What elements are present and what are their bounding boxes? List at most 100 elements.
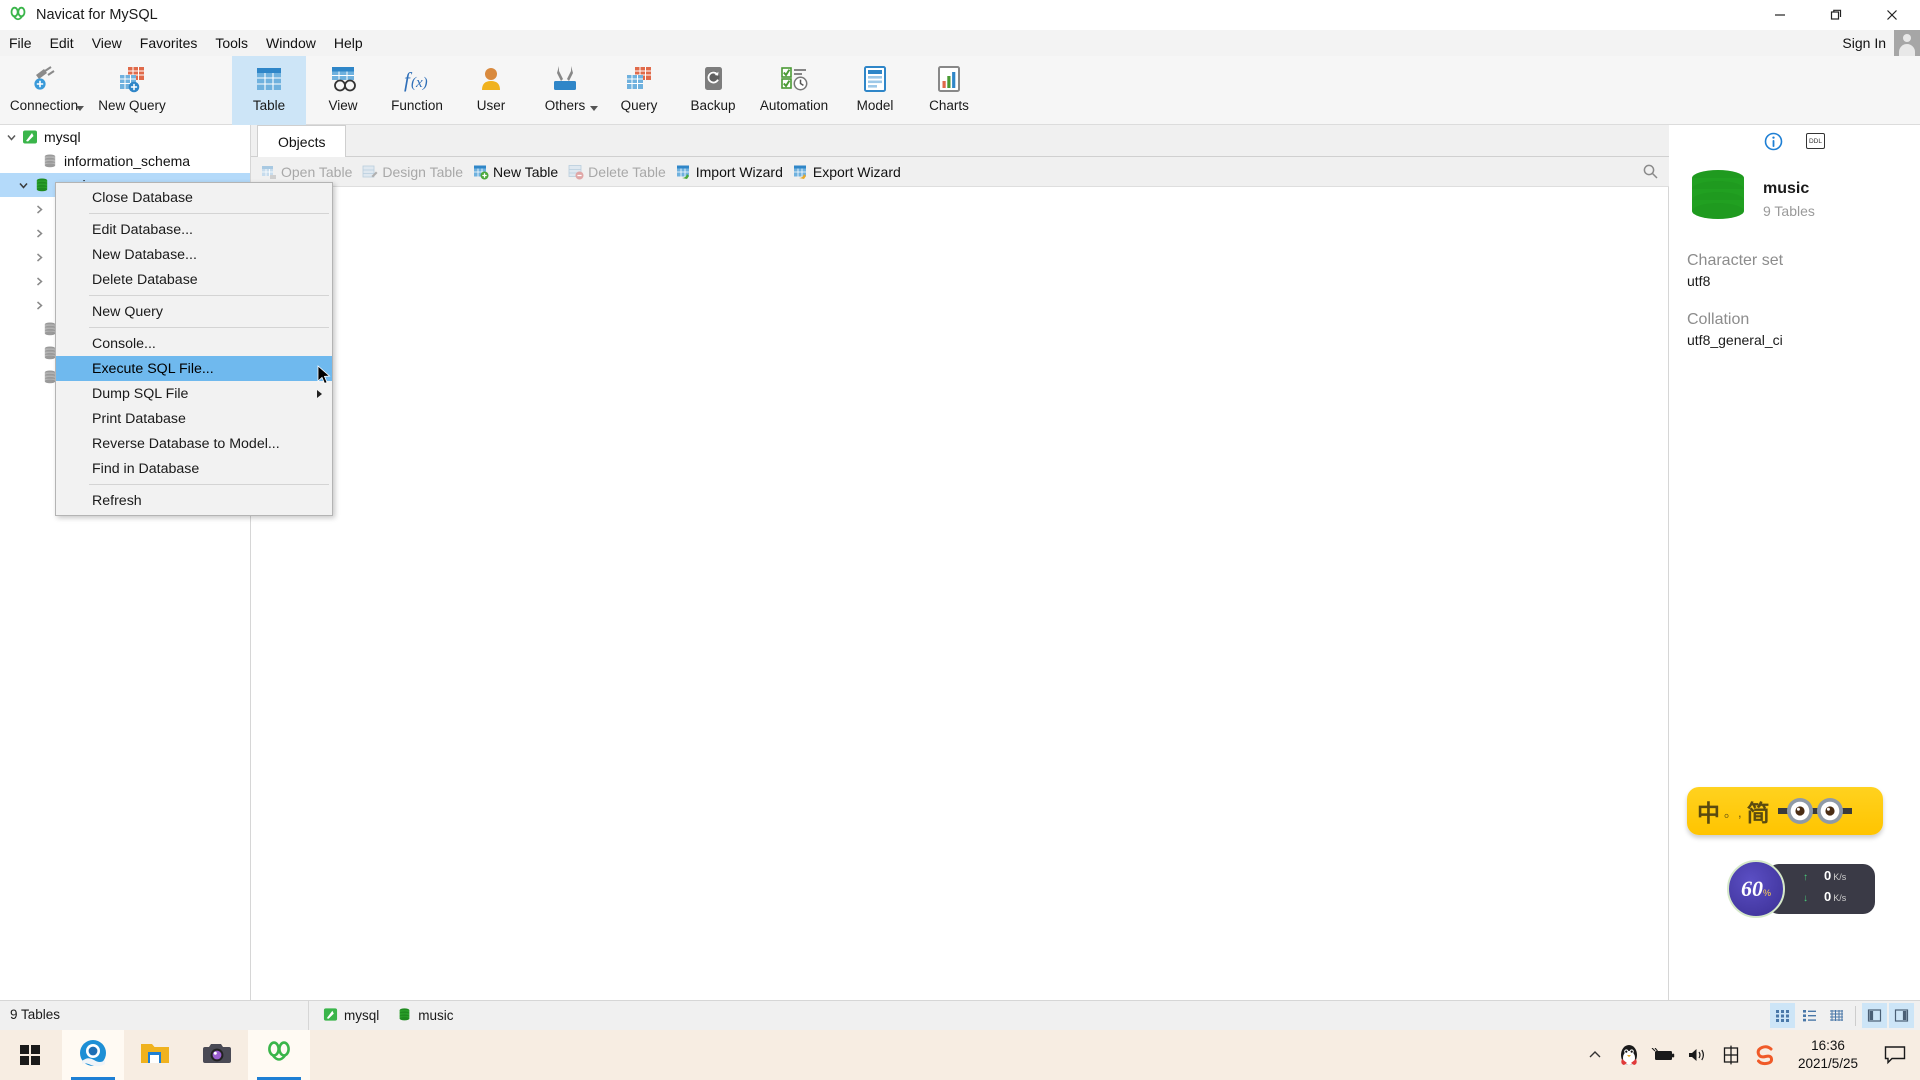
compact-grid-icon[interactable]: [1824, 1003, 1849, 1028]
ctx-new-query[interactable]: New Query: [56, 299, 332, 324]
toolbar-others[interactable]: Others: [528, 56, 602, 125]
menu-favorites[interactable]: Favorites: [131, 32, 207, 54]
volume-icon[interactable]: [1680, 1030, 1714, 1080]
tab-objects[interactable]: Objects: [257, 125, 347, 157]
right-pane-icon[interactable]: [1889, 1003, 1914, 1028]
main-toolbar: Connection New Query Table View f (x) Fu…: [0, 56, 1920, 125]
ctx-reverse-database-to-model-label: Reverse Database to Model...: [92, 435, 280, 452]
chevron-down-icon[interactable]: [14, 180, 32, 191]
delete-table-button[interactable]: Delete Table: [568, 164, 666, 180]
ctx-reverse-database-to-model[interactable]: Reverse Database to Model...: [56, 431, 332, 456]
toolbar-user[interactable]: User: [454, 56, 528, 125]
qq-penguin-icon[interactable]: [1612, 1030, 1646, 1080]
chevron-down-icon[interactable]: [590, 106, 598, 111]
chevron-right-icon[interactable]: [30, 252, 48, 263]
objects-list-area[interactable]: [251, 187, 1669, 1000]
toolbar-model[interactable]: Model: [838, 56, 912, 125]
toolbar-view[interactable]: View: [306, 56, 380, 125]
ctx-execute-sql-file[interactable]: Execute SQL File...: [56, 356, 332, 381]
toolbar-connection[interactable]: Connection: [0, 56, 88, 125]
taskbar-navicat[interactable]: [248, 1030, 310, 1080]
toolbar-automation[interactable]: Automation: [750, 56, 838, 125]
mysql-connection-icon: [323, 1007, 338, 1025]
windows-start-icon[interactable]: [0, 1030, 60, 1080]
toolbar-function[interactable]: f (x) Function: [380, 56, 454, 125]
import-wizard-button[interactable]: Import Wizard: [676, 164, 783, 180]
ime-chinese-icon[interactable]: [1714, 1030, 1748, 1080]
left-pane-icon[interactable]: [1862, 1003, 1887, 1028]
chevron-down-icon[interactable]: [76, 106, 84, 111]
taskbar-camera[interactable]: [186, 1030, 248, 1080]
ime-floating-widget[interactable]: 中 。, 简: [1687, 787, 1883, 835]
chevron-right-icon[interactable]: [30, 204, 48, 215]
menu-edit[interactable]: Edit: [41, 32, 83, 54]
toolbar-table[interactable]: Table: [232, 56, 306, 125]
ctx-refresh[interactable]: Refresh: [56, 488, 332, 513]
sign-in-link[interactable]: Sign In: [1842, 35, 1886, 51]
sign-in-area: Sign In: [1842, 30, 1920, 56]
open-table-button[interactable]: Open Table: [261, 164, 352, 180]
info-circle-icon[interactable]: [1764, 131, 1784, 151]
new-table-label: New Table: [493, 163, 559, 180]
taskbar-browser[interactable]: [62, 1030, 124, 1080]
sogou-icon[interactable]: [1748, 1030, 1782, 1080]
notification-icon[interactable]: [1874, 1030, 1916, 1080]
minimize-button[interactable]: [1752, 0, 1808, 30]
network-speed-widget[interactable]: ↑ 0 K/s ↓ 0 K/s 60 %: [1727, 858, 1877, 920]
toolbar-new-query[interactable]: New Query: [88, 56, 176, 125]
status-connection-mysql[interactable]: mysql: [323, 1007, 379, 1025]
mysql-connection-icon: [20, 129, 40, 145]
ctx-edit-database[interactable]: Edit Database...: [56, 217, 332, 242]
grid-view-icon[interactable]: [1770, 1003, 1795, 1028]
database-context-menu[interactable]: Close Database Edit Database... New Data…: [55, 182, 333, 516]
battery-icon[interactable]: [1646, 1030, 1680, 1080]
ctx-dump-sql-file[interactable]: Dump SQL File: [56, 381, 332, 406]
chevron-right-icon[interactable]: [30, 228, 48, 239]
ctx-console[interactable]: Console...: [56, 331, 332, 356]
ime-punct-label[interactable]: 。,: [1724, 802, 1743, 821]
browser-icon: [78, 1038, 108, 1073]
chevron-right-icon[interactable]: [30, 300, 48, 311]
minion-goggles-icon[interactable]: [1777, 797, 1852, 825]
avatar[interactable]: [1894, 30, 1920, 56]
memory-usage-orb[interactable]: 60 %: [1727, 860, 1785, 918]
info-property-collation: Collation utf8_general_ci: [1669, 289, 1920, 348]
ddl-icon[interactable]: DDL: [1806, 131, 1826, 151]
ctx-close-database[interactable]: Close Database: [56, 185, 332, 210]
close-button[interactable]: [1864, 0, 1920, 30]
toolbar-charts[interactable]: Charts: [912, 56, 986, 125]
tree-node-information-schema[interactable]: information_schema: [0, 149, 250, 173]
chevron-up-icon[interactable]: [1578, 1030, 1612, 1080]
menu-window[interactable]: Window: [257, 32, 325, 54]
maximize-button[interactable]: [1808, 0, 1864, 30]
taskbar-clock[interactable]: 16:36 2021/5/25: [1782, 1030, 1874, 1080]
new-table-button[interactable]: New Table: [473, 164, 558, 180]
design-table-label: Design Table: [382, 163, 464, 180]
list-view-icon[interactable]: [1797, 1003, 1822, 1028]
menu-tools[interactable]: Tools: [206, 32, 257, 54]
chevron-right-icon[interactable]: [30, 276, 48, 287]
menu-view[interactable]: View: [83, 32, 131, 54]
tree-node-mysql[interactable]: mysql: [0, 125, 250, 149]
chevron-down-icon[interactable]: [2, 132, 20, 143]
ctx-new-database[interactable]: New Database...: [56, 242, 332, 267]
import-wizard-label: Import Wizard: [695, 163, 783, 180]
ime-shape-label[interactable]: 简: [1747, 794, 1770, 828]
ctx-delete-database[interactable]: Delete Database: [56, 267, 332, 292]
ctx-find-in-database[interactable]: Find in Database: [56, 456, 332, 481]
toolbar-query[interactable]: Query: [602, 56, 676, 125]
taskbar-file-explorer[interactable]: [124, 1030, 186, 1080]
window-title: Navicat for MySQL: [36, 7, 158, 23]
ime-mode-label[interactable]: 中: [1697, 794, 1720, 828]
menu-help[interactable]: Help: [325, 32, 372, 54]
backup-drive-icon: [696, 62, 730, 96]
toolbar-backup[interactable]: Backup: [676, 56, 750, 125]
database-icon: [397, 1007, 412, 1025]
export-wizard-button[interactable]: Export Wizard: [793, 164, 901, 180]
status-connection-music[interactable]: music: [397, 1007, 454, 1025]
search-icon[interactable]: [1642, 163, 1659, 180]
ctx-print-database[interactable]: Print Database: [56, 406, 332, 431]
toolbar-user-label: User: [476, 98, 506, 113]
menu-file[interactable]: File: [0, 32, 41, 54]
design-table-button[interactable]: Design Table: [362, 164, 463, 180]
